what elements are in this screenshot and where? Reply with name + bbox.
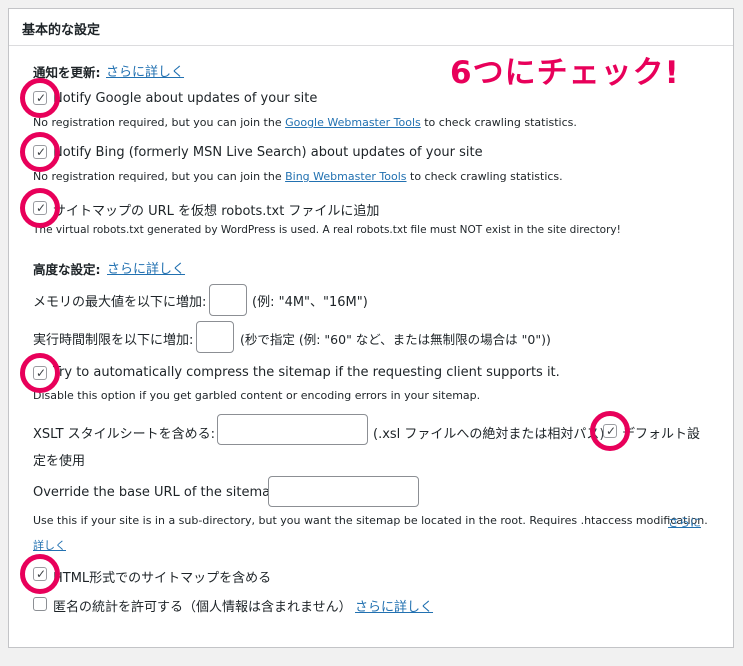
- advanced-heading: 高度な設定:: [33, 262, 101, 277]
- notify-more-link[interactable]: さらに詳しく: [106, 61, 184, 80]
- highlight-circle: [20, 188, 60, 228]
- robots-desc: The virtual robots.txt generated by Word…: [33, 224, 621, 236]
- time-hint: (秒で指定 (例: "60" など、または無制限の場合は "0")): [240, 332, 551, 347]
- baseurl-desc: Use this if your site is in a sub-direct…: [33, 514, 708, 527]
- highlight-circle: [20, 78, 60, 118]
- notify-google-label: Notify Google about updates of your site: [53, 91, 318, 106]
- xslt-default-label-cont: 定を使用: [33, 454, 86, 469]
- baseurl-more-link-cont[interactable]: 詳しく: [33, 537, 66, 553]
- stats-checkbox[interactable]: [33, 597, 47, 611]
- notify-bing-desc: No registration required, but you can jo…: [33, 170, 563, 183]
- memory-input[interactable]: [209, 284, 247, 316]
- google-webmaster-tools-link[interactable]: Google Webmaster Tools: [285, 116, 421, 129]
- robots-label: サイトマップの URL を仮想 robots.txt ファイルに追加: [53, 204, 380, 219]
- compress-desc: Disable this option if you get garbled c…: [33, 389, 481, 402]
- xslt-label: XSLT スタイルシートを含める:: [33, 427, 216, 442]
- desc-text: No registration required, but you can jo…: [33, 116, 286, 129]
- highlight-circle: [20, 132, 60, 172]
- baseurl-input[interactable]: [268, 476, 419, 507]
- desc-text: to check crawling statistics.: [406, 170, 563, 183]
- bing-webmaster-tools-link[interactable]: Bing Webmaster Tools: [285, 170, 406, 183]
- desc-text: No registration required, but you can jo…: [33, 170, 286, 183]
- xslt-input[interactable]: [217, 414, 368, 445]
- notify-bing-label: Notify Bing (formerly MSN Live Search) a…: [53, 145, 483, 160]
- advanced-more-link[interactable]: さらに詳しく: [107, 258, 185, 277]
- panel-title: 基本的な設定: [22, 23, 101, 38]
- notify-google-desc: No registration required, but you can jo…: [33, 116, 577, 129]
- stats-more-link[interactable]: さらに詳しく: [355, 596, 433, 615]
- time-label: 実行時間制限を以下に増加:: [33, 333, 194, 348]
- time-input[interactable]: [196, 321, 234, 353]
- memory-label: メモリの最大値を以下に増加:: [33, 295, 207, 310]
- memory-hint: (例: "4M"、"16M"): [252, 295, 368, 310]
- compress-label: Try to automatically compress the sitema…: [53, 365, 560, 380]
- highlight-circle: [590, 411, 630, 451]
- panel-header: 基本的な設定: [9, 9, 733, 46]
- desc-text: to check crawling statistics.: [420, 116, 577, 129]
- highlight-circle: [20, 353, 60, 393]
- html-sitemap-label: HTML形式でのサイトマップを含める: [53, 571, 272, 586]
- baseurl-more-link[interactable]: さらに: [668, 514, 701, 530]
- xslt-hint: (.xsl ファイルへの絶対または相対パス): [373, 427, 605, 442]
- annotation-text: 6つにチェック!: [450, 55, 680, 91]
- stats-label: 匿名の統計を許可する（個人情報は含まれません）: [53, 600, 352, 615]
- highlight-circle: [20, 554, 60, 594]
- xslt-default-label: デフォルト設: [622, 427, 701, 442]
- baseurl-label: Override the base URL of the sitemap:: [33, 485, 283, 500]
